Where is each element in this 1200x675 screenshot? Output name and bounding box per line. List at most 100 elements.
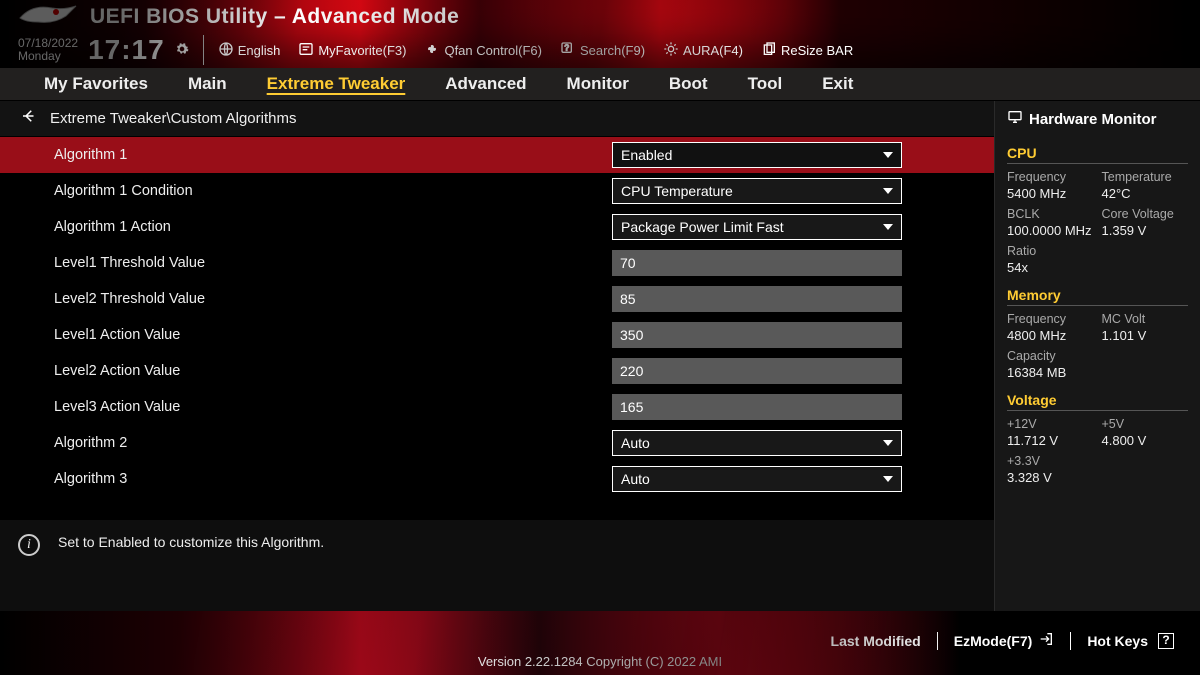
setting-row[interactable]: Algorithm 2 Auto — [0, 425, 994, 461]
setting-label: Algorithm 1 — [54, 147, 594, 163]
stat-value — [1102, 470, 1189, 485]
setting-input[interactable] — [612, 358, 902, 384]
setting-input[interactable] — [612, 286, 902, 312]
fan-icon — [424, 41, 440, 60]
rog-logo-icon — [18, 2, 78, 32]
setting-row[interactable]: Level2 Threshold Value — [0, 281, 994, 317]
setting-row[interactable]: Level1 Action Value — [0, 317, 994, 353]
main-tabs: My Favorites Main Extreme Tweaker Advanced M… — [0, 68, 1200, 101]
help-box-icon: ? — [1158, 633, 1174, 649]
resize-bar-button[interactable]: ReSize BAR — [761, 41, 853, 60]
settings-list: Algorithm 1 Enabled Algorithm 1 Condition C… — [0, 137, 994, 519]
settings-gear-icon[interactable] — [175, 42, 189, 59]
stat-label: MC Volt — [1102, 312, 1189, 326]
help-panel: i Set to Enabled to customize this Algor… — [0, 519, 994, 611]
sidebar-section-title: Memory — [1007, 287, 1188, 306]
divider — [203, 35, 204, 65]
stat-row: +12V+5V11.712 V4.800 V — [1007, 417, 1188, 448]
aura-icon — [663, 41, 679, 60]
stat-row: Capacity16384 MB — [1007, 349, 1188, 380]
tab-my-favorites[interactable]: My Favorites — [44, 74, 148, 94]
search-icon: ? — [560, 41, 576, 60]
stat-value: 5400 MHz — [1007, 186, 1094, 201]
stat-value: 4.800 V — [1102, 433, 1189, 448]
info-icon: i — [18, 534, 40, 556]
sidebar-title: Hardware Monitor — [1029, 111, 1157, 128]
setting-row[interactable]: Level2 Action Value — [0, 353, 994, 389]
setting-label: Algorithm 1 Condition — [54, 183, 594, 199]
chevron-down-icon — [883, 152, 893, 158]
stat-label — [1102, 349, 1189, 363]
stat-value: 54x — [1007, 260, 1094, 275]
setting-label: Level1 Action Value — [54, 327, 594, 343]
app-title: UEFI BIOS Utility – Advanced Mode — [90, 5, 459, 29]
chevron-down-icon — [883, 188, 893, 194]
setting-input[interactable] — [612, 322, 902, 348]
setting-label: Algorithm 3 — [54, 471, 594, 487]
setting-input[interactable] — [612, 394, 902, 420]
setting-row[interactable]: Algorithm 3 Auto — [0, 461, 994, 497]
resize-bar-icon — [761, 41, 777, 60]
svg-text:?: ? — [564, 43, 569, 52]
qfan-control-button[interactable]: Qfan Control(F6) — [424, 41, 542, 60]
tab-exit[interactable]: Exit — [822, 74, 853, 94]
setting-label: Level2 Threshold Value — [54, 291, 594, 307]
stat-value: 3.328 V — [1007, 470, 1094, 485]
help-text: Set to Enabled to customize this Algorit… — [58, 534, 324, 550]
hotkeys-button[interactable]: Hot Keys ? — [1087, 633, 1174, 649]
top-banner: UEFI BIOS Utility – Advanced Mode 07/18/… — [0, 0, 1200, 68]
stat-label: Frequency — [1007, 170, 1094, 184]
setting-dropdown[interactable]: CPU Temperature — [612, 178, 902, 204]
setting-row[interactable]: Level3 Action Value — [0, 389, 994, 425]
breadcrumb: Extreme Tweaker\Custom Algorithms — [50, 110, 296, 127]
search-button[interactable]: ? Search(F9) — [560, 41, 645, 60]
setting-dropdown[interactable]: Auto — [612, 466, 902, 492]
stat-label — [1102, 454, 1189, 468]
tab-advanced[interactable]: Advanced — [445, 74, 526, 94]
main-pane: Extreme Tweaker\Custom Algorithms Algori… — [0, 101, 994, 611]
myfavorite-button[interactable]: MyFavorite(F3) — [298, 41, 406, 60]
chevron-down-icon — [883, 224, 893, 230]
language-button[interactable]: English — [218, 41, 281, 60]
sidebar-section-title: CPU — [1007, 145, 1188, 164]
footer: Last Modified EzMode(F7) Hot Keys ? Vers… — [0, 611, 1200, 675]
stat-row: +3.3V3.328 V — [1007, 454, 1188, 485]
stat-value — [1102, 260, 1189, 275]
tab-tool[interactable]: Tool — [748, 74, 783, 94]
back-arrow-icon[interactable] — [20, 107, 38, 130]
stat-row: FrequencyMC Volt4800 MHz1.101 V — [1007, 312, 1188, 343]
stat-label: Frequency — [1007, 312, 1094, 326]
aura-button[interactable]: AURA(F4) — [663, 41, 743, 60]
setting-label: Level2 Action Value — [54, 363, 594, 379]
monitor-icon — [1007, 109, 1023, 129]
stat-label: Core Voltage — [1102, 207, 1189, 221]
setting-label: Level3 Action Value — [54, 399, 594, 415]
setting-dropdown[interactable]: Enabled — [612, 142, 902, 168]
exit-icon — [1038, 631, 1054, 650]
setting-dropdown[interactable]: Package Power Limit Fast — [612, 214, 902, 240]
last-modified-button[interactable]: Last Modified — [831, 633, 921, 649]
setting-row[interactable]: Algorithm 1 Condition CPU Temperature — [0, 173, 994, 209]
setting-row[interactable]: Level1 Threshold Value — [0, 245, 994, 281]
stat-label: Ratio — [1007, 244, 1094, 258]
setting-label: Algorithm 2 — [54, 435, 594, 451]
tab-monitor[interactable]: Monitor — [567, 74, 629, 94]
setting-dropdown[interactable]: Auto — [612, 430, 902, 456]
setting-row[interactable]: Algorithm 1 Enabled — [0, 137, 994, 173]
stat-row: FrequencyTemperature5400 MHz42°C — [1007, 170, 1188, 201]
setting-label: Algorithm 1 Action — [54, 219, 594, 235]
chevron-down-icon — [883, 440, 893, 446]
stat-value: 100.0000 MHz — [1007, 223, 1094, 238]
stat-label: Temperature — [1102, 170, 1189, 184]
datetime: 07/18/2022 Monday 17:17 — [18, 34, 189, 66]
tab-main[interactable]: Main — [188, 74, 227, 94]
ezmode-button[interactable]: EzMode(F7) — [954, 631, 1055, 650]
setting-row[interactable]: Algorithm 1 Action Package Power Limit Fa… — [0, 209, 994, 245]
stat-value: 16384 MB — [1007, 365, 1094, 380]
tab-boot[interactable]: Boot — [669, 74, 708, 94]
stat-value: 4800 MHz — [1007, 328, 1094, 343]
setting-input[interactable] — [612, 250, 902, 276]
tab-extreme-tweaker[interactable]: Extreme Tweaker — [267, 74, 406, 94]
globe-icon — [218, 41, 234, 60]
sidebar-section-title: Voltage — [1007, 392, 1188, 411]
